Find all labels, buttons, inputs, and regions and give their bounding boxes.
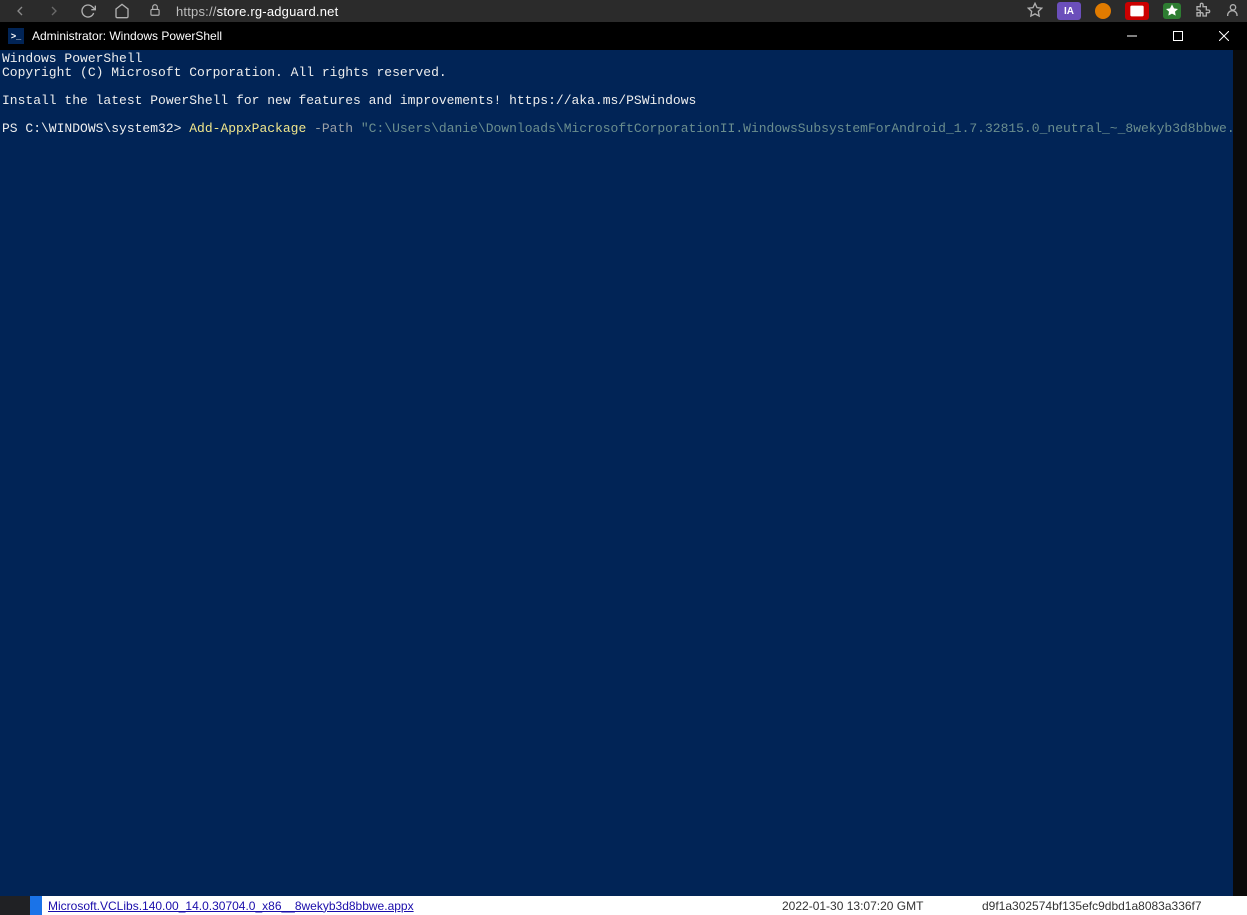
argument: "C:\Users\danie\Downloads\MicrosoftCorpo… — [361, 121, 1247, 136]
close-button[interactable] — [1201, 22, 1247, 50]
extension-orange[interactable] — [1095, 3, 1111, 19]
favorite-icon[interactable] — [1027, 2, 1043, 21]
lock-icon — [148, 3, 162, 20]
scrollbar[interactable] — [1233, 50, 1247, 896]
extension-ia[interactable]: IA — [1057, 2, 1081, 20]
profile-icon[interactable] — [1225, 2, 1241, 21]
parameter: -Path — [306, 121, 361, 136]
address-bar[interactable]: https://store.rg-adguard.net — [148, 3, 1027, 20]
maximize-button[interactable] — [1155, 22, 1201, 50]
background-page-peek: Microsoft.VCLibs.140.00_14.0.30704.0_x86… — [30, 896, 1247, 915]
terminal-line: Install the latest PowerShell for new fe… — [2, 93, 696, 108]
file-hash: d9f1a302574bf135efc9dbd1a8083a336f7 — [982, 899, 1247, 913]
command: Add-AppxPackage — [189, 121, 306, 136]
refresh-icon[interactable] — [80, 3, 96, 19]
prompt: PS C:\WINDOWS\system32> — [2, 121, 189, 136]
home-icon[interactable] — [114, 3, 130, 19]
terminal-line: Copyright (C) Microsoft Corporation. All… — [2, 65, 447, 80]
powershell-window: >_ Administrator: Windows PowerShell Win… — [0, 22, 1247, 896]
terminal-area[interactable]: Windows PowerShell Copyright (C) Microso… — [0, 50, 1247, 896]
extensions-icon[interactable] — [1195, 2, 1211, 21]
terminal-line: Windows PowerShell — [2, 51, 142, 66]
file-link[interactable]: Microsoft.VCLibs.140.00_14.0.30704.0_x86… — [42, 899, 782, 913]
minimize-button[interactable] — [1109, 22, 1155, 50]
url-text: https://store.rg-adguard.net — [176, 4, 338, 19]
extension-green[interactable] — [1163, 3, 1181, 19]
extension-red[interactable] — [1125, 2, 1149, 20]
file-date: 2022-01-30 13:07:20 GMT — [782, 899, 982, 913]
back-icon[interactable] — [12, 3, 28, 19]
browser-toolbar: https://store.rg-adguard.net IA — [0, 0, 1247, 22]
powershell-icon: >_ — [8, 28, 24, 44]
titlebar[interactable]: >_ Administrator: Windows PowerShell — [0, 22, 1247, 50]
forward-icon[interactable] — [46, 3, 62, 19]
table-row: Microsoft.VCLibs.140.00_14.0.30704.0_x86… — [42, 896, 1247, 915]
window-title: Administrator: Windows PowerShell — [32, 29, 222, 43]
